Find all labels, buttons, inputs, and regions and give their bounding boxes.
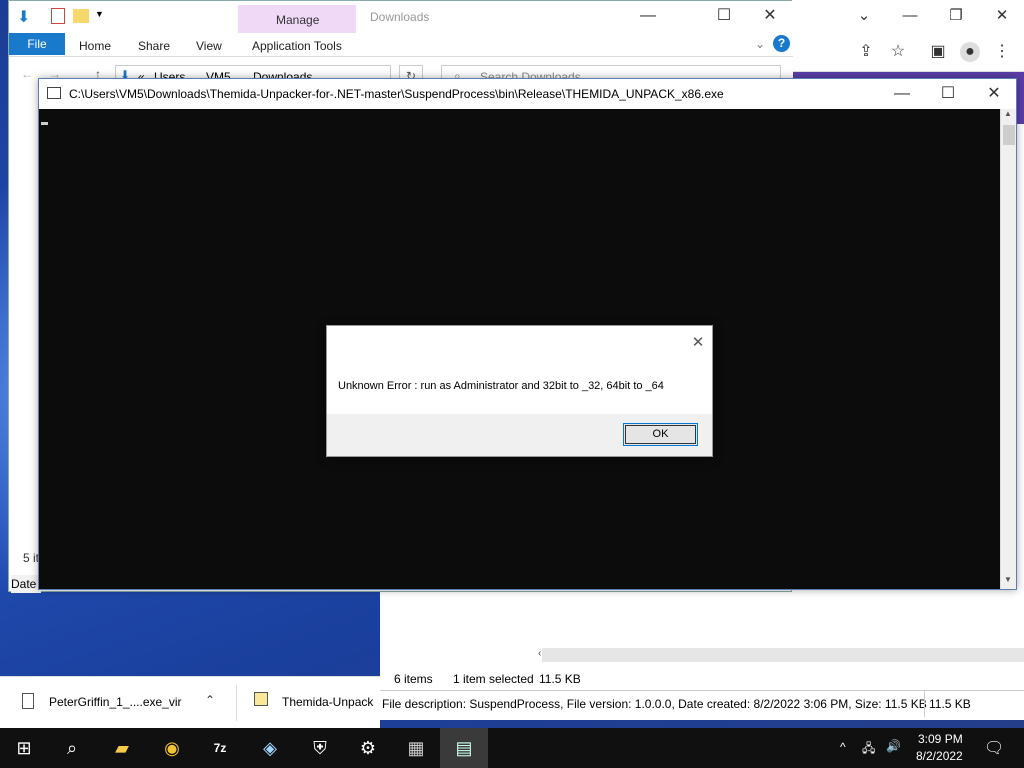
quick-access-toolbar: ⬇ ▼ Downloads — ☐ ✕	[9, 1, 793, 33]
side-item-count: 5 it	[23, 551, 40, 565]
gear-icon[interactable]: ⚙	[344, 728, 392, 768]
minimize-icon[interactable]: —	[900, 6, 920, 26]
chevron-up-icon[interactable]: ^	[840, 740, 846, 754]
scroll-down-icon[interactable]: ▼	[1004, 575, 1012, 584]
clock-date[interactable]: 8/2/2022	[916, 749, 963, 763]
selected-count: 1 item selected	[453, 672, 534, 686]
tab-file[interactable]: File	[9, 33, 65, 55]
close-icon[interactable]: ✕	[687, 332, 709, 354]
star-icon[interactable]: ☆	[888, 42, 908, 62]
network-icon[interactable]: 🖧	[862, 739, 875, 760]
chrome-icon[interactable]: ◉	[148, 728, 196, 768]
notification-icon[interactable]: 🗨	[984, 738, 1004, 758]
divider	[236, 685, 237, 721]
chevron-up-icon[interactable]: ⌃	[205, 693, 215, 707]
maximize-icon[interactable]: ☐	[701, 1, 747, 31]
notepad-plus-icon[interactable]: ◈	[246, 728, 294, 768]
console-title: C:\Users\VM5\Downloads\Themida-Unpacker-…	[69, 87, 724, 101]
ribbon-expand-icon[interactable]: ⌄	[755, 37, 765, 51]
installer-icon[interactable]: ▦	[392, 728, 440, 768]
close-icon[interactable]: ✕	[747, 1, 793, 31]
console-titlebar: C:\Users\VM5\Downloads\Themida-Unpacker-…	[39, 79, 1016, 109]
ribbon-tabs	[9, 33, 793, 57]
file-description: File description: SuspendProcess, File v…	[382, 697, 927, 711]
download-item-2[interactable]: Themida-Unpack	[282, 695, 373, 709]
properties-icon[interactable]	[51, 8, 65, 24]
close-icon[interactable]: ✕	[992, 6, 1012, 26]
seven-zip-icon[interactable]: 7z	[196, 728, 244, 768]
selected-size: 11.5 KB	[539, 672, 581, 686]
ok-button[interactable]: OK	[623, 423, 698, 446]
console-app-icon	[47, 87, 61, 99]
tab-view[interactable]: View	[196, 37, 222, 55]
close-icon[interactable]: ✕	[971, 79, 1017, 109]
download-item-1[interactable]: PeterGriffin_1_....exe_vir	[49, 695, 182, 709]
clock-time[interactable]: 3:09 PM	[918, 732, 963, 746]
download-arrow-icon: ⬇	[17, 9, 31, 26]
minimize-icon[interactable]: —	[625, 1, 671, 31]
error-dialog: ✕ Unknown Error : run as Administrator a…	[326, 325, 713, 457]
horizontal-scrollbar[interactable]: ‹	[538, 648, 1024, 662]
chevron-down-icon[interactable]: ⌄	[854, 6, 874, 26]
file-explorer-icon[interactable]: ▰	[98, 728, 146, 768]
qat-dropdown-icon[interactable]: ▼	[95, 9, 104, 19]
scroll-left-icon[interactable]: ‹	[538, 648, 541, 659]
side-column-header[interactable]: Date	[11, 575, 41, 593]
file-description-bar: File description: SuspendProcess, File v…	[380, 690, 1024, 717]
download-shelf: PeterGriffin_1_....exe_vir ⌃ Themida-Unp…	[0, 676, 380, 728]
back-arrow-icon[interactable]: ←	[21, 67, 33, 81]
file-icon	[22, 693, 34, 709]
menu-icon[interactable]: ⋮	[992, 42, 1012, 62]
help-icon[interactable]: ?	[773, 35, 790, 52]
console-scrollbar[interactable]: ▲ ▼	[1000, 109, 1016, 589]
error-message: Unknown Error : run as Administrator and…	[338, 380, 664, 392]
tab-application-tools[interactable]: Application Tools	[252, 37, 342, 55]
archive-icon	[254, 692, 268, 706]
scroll-up-icon[interactable]: ▲	[1004, 109, 1012, 118]
divider	[924, 691, 925, 717]
item-count: 6 items	[394, 672, 433, 686]
new-folder-icon[interactable]	[73, 9, 89, 23]
tab-home[interactable]: Home	[79, 37, 111, 55]
maximize-icon[interactable]: ☐	[925, 79, 971, 109]
console-app-icon[interactable]: ▤	[440, 728, 488, 768]
share-icon[interactable]: ⇪	[856, 42, 876, 62]
volume-icon[interactable]: 🔊	[886, 739, 901, 753]
file-size: 11.5 KB	[929, 697, 971, 711]
window-title: Downloads	[370, 10, 430, 24]
chrome-tabbar: ⌄ — ❐ ✕	[790, 0, 1024, 32]
search-icon[interactable]: ⌕	[48, 728, 96, 768]
text-cursor	[41, 122, 48, 125]
explorer-status-bar: ‹ 6 items 1 item selected 11.5 KB	[380, 648, 1024, 690]
restore-icon[interactable]: ❐	[946, 6, 966, 26]
manage-label: Manage	[276, 13, 320, 27]
tab-share[interactable]: Share	[138, 37, 170, 55]
chrome-toolbar: ⇪ ☆ ▣ ● ⋮	[790, 32, 1024, 72]
scrollbar-thumb[interactable]	[1003, 125, 1015, 145]
sidepanel-icon[interactable]: ▣	[928, 42, 948, 62]
shield-icon[interactable]: ⛨	[296, 728, 344, 768]
profile-icon[interactable]: ●	[960, 42, 980, 62]
windows-start-icon[interactable]: ⊞	[0, 728, 48, 768]
taskbar: ⊞ ⌕ ▰ ◉ 7z ◈ ⛨ ⚙ ▦ ▤ ^ 🖧 🔊 3:09 PM 8/2/2…	[0, 728, 1024, 768]
minimize-icon[interactable]: —	[879, 79, 925, 109]
